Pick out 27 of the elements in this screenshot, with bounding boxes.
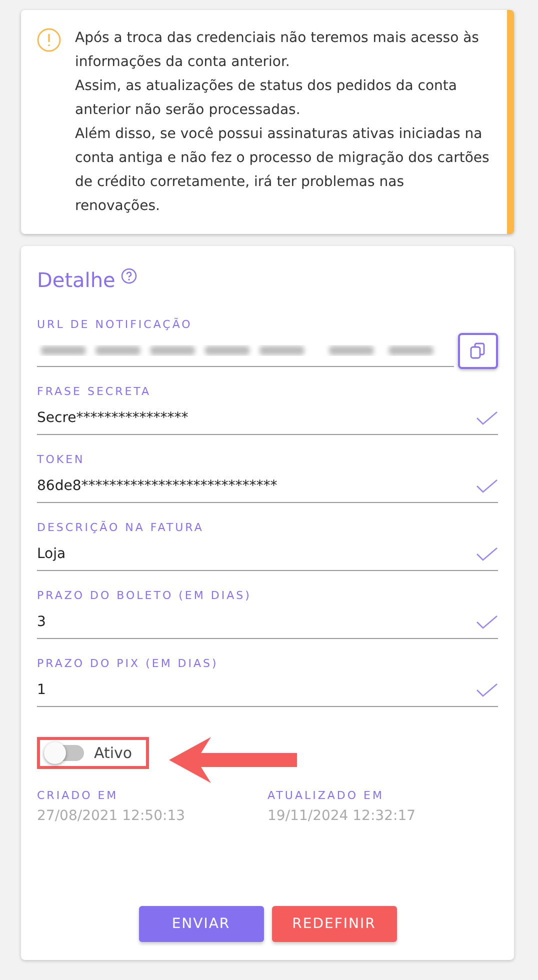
toggle-label: Ativo: [94, 744, 132, 762]
text-field[interactable]: Secre****************: [37, 402, 498, 435]
submit-button[interactable]: ENVIAR: [138, 906, 264, 942]
text-field[interactable]: 3: [37, 606, 498, 639]
text-field[interactable]: Loja: [37, 538, 498, 571]
field-label: TOKEN: [37, 453, 86, 466]
alert-text: Após a troca das credenciais não teremos mais acesso às informações da conta anterior.: [75, 29, 480, 72]
field-label: FRASE SECRETA: [37, 385, 152, 398]
date-value: 27/08/2021 12:50:13: [37, 808, 186, 824]
help-icon[interactable]: [121, 268, 138, 284]
date-label: CRIADO EM: [37, 789, 120, 802]
section-title: Detalhe: [37, 268, 116, 292]
text-field[interactable]: 86de8****************************: [37, 470, 498, 503]
field-label: DESCRIÇÃO NA FATURA: [37, 521, 205, 534]
alert-text: Assim, as atualizações de status dos pedidos da conta anterior não serão processadas.: [75, 77, 458, 120]
field-label: PRAZO DO PIX (EM DIAS): [37, 657, 220, 670]
warning-icon: [37, 28, 61, 52]
field-label: URL DE NOTIFICAÇÃO: [37, 318, 194, 331]
text-field[interactable]: 1: [37, 674, 498, 707]
alert-text: Além disso, se você possui assinaturas ativas iniciadas na conta antiga e não fez o processo de migração dos cartões de crédito corretamente, irá ter problemas nas renovações.: [75, 125, 490, 216]
field-label: PRAZO DO BOLETO (EM DIAS): [37, 589, 252, 602]
date-value: 19/11/2024 12:32:17: [268, 808, 417, 824]
copy-button[interactable]: [458, 333, 498, 369]
arrow-icon: [169, 737, 298, 783]
date-label: ATUALIZADO EM: [268, 789, 385, 802]
toggle-switch[interactable]: [46, 745, 84, 761]
copy-icon: [469, 342, 488, 360]
